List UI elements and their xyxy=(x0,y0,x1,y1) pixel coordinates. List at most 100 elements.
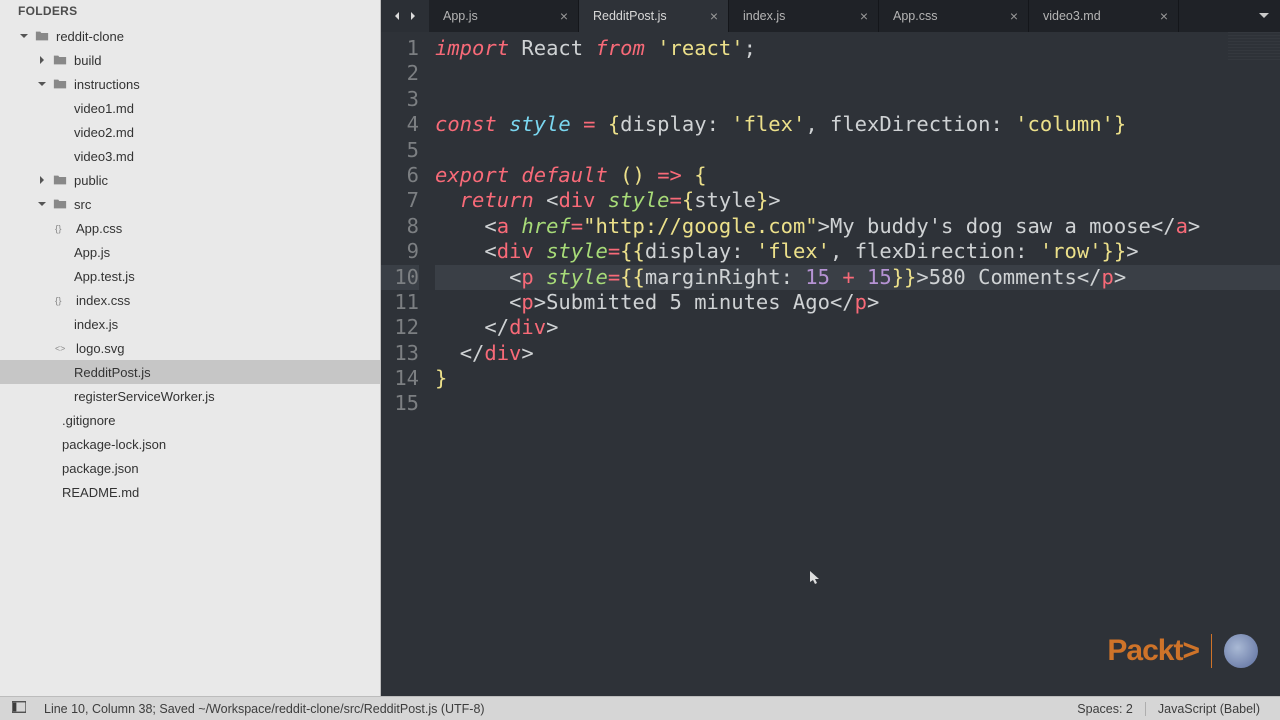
tree-file-pkg[interactable]: package.json xyxy=(0,456,380,480)
svg-text:{}: {} xyxy=(55,224,62,235)
tree-file-pkg-lock[interactable]: package-lock.json xyxy=(0,432,380,456)
line-number: 9 xyxy=(381,239,419,264)
tab-overflow-menu[interactable] xyxy=(1248,0,1280,32)
chevron-right-icon xyxy=(36,174,48,186)
tree-file-redditpost[interactable]: RedditPost.js xyxy=(0,360,380,384)
tree-folder-src[interactable]: src xyxy=(0,192,380,216)
minimap[interactable] xyxy=(1228,32,1280,60)
tree-label: App.css xyxy=(76,221,122,236)
tree-label: package.json xyxy=(62,461,139,476)
tree-file-logosvg[interactable]: <> logo.svg xyxy=(0,336,380,360)
status-separator xyxy=(1145,702,1146,716)
tab-video3-md[interactable]: video3.md × xyxy=(1029,0,1179,32)
tab-bar: App.js×RedditPost.js×index.js×App.css×vi… xyxy=(381,0,1280,32)
status-bar: Line 10, Column 38; Saved ~/Workspace/re… xyxy=(0,696,1280,720)
tree-label: video3.md xyxy=(74,149,134,164)
chevron-right-icon xyxy=(36,54,48,66)
code-icon: <> xyxy=(54,340,70,356)
line-number: 3 xyxy=(381,87,419,112)
tree-label: README.md xyxy=(62,485,139,500)
tree-file-apptest[interactable]: App.test.js xyxy=(0,264,380,288)
tree-label: index.css xyxy=(76,293,130,308)
status-syntax[interactable]: JavaScript (Babel) xyxy=(1150,702,1268,716)
tree-label: App.test.js xyxy=(74,269,135,284)
tab-app-js[interactable]: App.js × xyxy=(429,0,579,32)
code-line: <div style={{display: 'flex', flexDirect… xyxy=(435,239,1280,264)
tree-file-appcss[interactable]: {} App.css xyxy=(0,216,380,240)
tree-file-indexjs[interactable]: index.js xyxy=(0,312,380,336)
tab-label: App.js xyxy=(443,9,478,23)
tree-label: public xyxy=(74,173,108,188)
tree-label: index.js xyxy=(74,317,118,332)
code-line xyxy=(435,391,1280,416)
tab-redditpost-js[interactable]: RedditPost.js × xyxy=(579,0,729,32)
nav-forward-icon[interactable] xyxy=(405,9,421,24)
line-number: 1 xyxy=(381,36,419,61)
tree-folder-root[interactable]: reddit-clone xyxy=(0,24,380,48)
tree-file-readme[interactable]: README.md xyxy=(0,480,380,504)
line-number: 8 xyxy=(381,214,419,239)
close-icon[interactable]: × xyxy=(1000,9,1018,23)
tab-label: RedditPost.js xyxy=(593,9,667,23)
code-line: <a href="http://google.com">My buddy's d… xyxy=(435,214,1280,239)
tab-history-nav[interactable] xyxy=(381,0,429,32)
code-line: return <div style={style}> xyxy=(435,188,1280,213)
tab-label: index.js xyxy=(743,9,785,23)
code-line xyxy=(435,87,1280,112)
code-line xyxy=(435,61,1280,86)
code-line: export default () => { xyxy=(435,163,1280,188)
tree-file-video1[interactable]: video1.md xyxy=(0,96,380,120)
nav-back-icon[interactable] xyxy=(389,9,405,24)
tree-label: video2.md xyxy=(74,125,134,140)
line-number: 14 xyxy=(381,366,419,391)
line-number: 4 xyxy=(381,112,419,137)
tab-index-js[interactable]: index.js × xyxy=(729,0,879,32)
chevron-down-icon xyxy=(36,78,48,90)
tree-file-video2[interactable]: video2.md xyxy=(0,120,380,144)
folder-open-icon xyxy=(52,76,68,92)
tree-label: instructions xyxy=(74,77,140,92)
code-line: <p style={{marginRight: 15 + 15}}>580 Co… xyxy=(435,265,1280,290)
close-icon[interactable]: × xyxy=(1150,9,1168,23)
braces-icon: {} xyxy=(54,220,70,236)
code-line: } xyxy=(435,366,1280,391)
panel-toggle-icon[interactable] xyxy=(12,701,26,716)
folder-tree[interactable]: reddit-clone build instructions video1.m… xyxy=(0,22,380,696)
status-indent[interactable]: Spaces: 2 xyxy=(1069,702,1141,716)
tree-label: logo.svg xyxy=(76,341,124,356)
tree-folder-public[interactable]: public xyxy=(0,168,380,192)
braces-icon: {} xyxy=(54,292,70,308)
code-line: const style = {display: 'flex', flexDire… xyxy=(435,112,1280,137)
tree-file-video3[interactable]: video3.md xyxy=(0,144,380,168)
folder-icon xyxy=(52,172,68,188)
tree-file-registersw[interactable]: registerServiceWorker.js xyxy=(0,384,380,408)
sidebar: FOLDERS reddit-clone build instructions xyxy=(0,0,381,696)
close-icon[interactable]: × xyxy=(850,9,868,23)
tree-file-indexcss[interactable]: {} index.css xyxy=(0,288,380,312)
line-number: 13 xyxy=(381,341,419,366)
tree-label: video1.md xyxy=(74,101,134,116)
tree-folder-build[interactable]: build xyxy=(0,48,380,72)
tab-label: video3.md xyxy=(1043,9,1101,23)
code-content[interactable]: import React from 'react'; const style =… xyxy=(431,32,1280,696)
tree-folder-instructions[interactable]: instructions xyxy=(0,72,380,96)
status-position[interactable]: Line 10, Column 38; Saved ~/Workspace/re… xyxy=(36,702,493,716)
sidebar-header: FOLDERS xyxy=(0,0,380,22)
line-number: 7 xyxy=(381,188,419,213)
tree-label: reddit-clone xyxy=(56,29,124,44)
tree-label: App.js xyxy=(74,245,110,260)
code-editor[interactable]: 123456789101112131415 import React from … xyxy=(381,32,1280,696)
code-line: <p>Submitted 5 minutes Ago</p> xyxy=(435,290,1280,315)
tree-label: RedditPost.js xyxy=(74,365,151,380)
tree-file-gitignore[interactable]: .gitignore xyxy=(0,408,380,432)
code-line: </div> xyxy=(435,315,1280,340)
close-icon[interactable]: × xyxy=(550,9,568,23)
folder-open-icon xyxy=(34,28,50,44)
folder-icon xyxy=(52,52,68,68)
close-icon[interactable]: × xyxy=(700,9,718,23)
tree-file-appjs[interactable]: App.js xyxy=(0,240,380,264)
tab-label: App.css xyxy=(893,9,937,23)
tab-app-css[interactable]: App.css × xyxy=(879,0,1029,32)
tree-label: src xyxy=(74,197,91,212)
svg-text:<>: <> xyxy=(55,344,65,354)
